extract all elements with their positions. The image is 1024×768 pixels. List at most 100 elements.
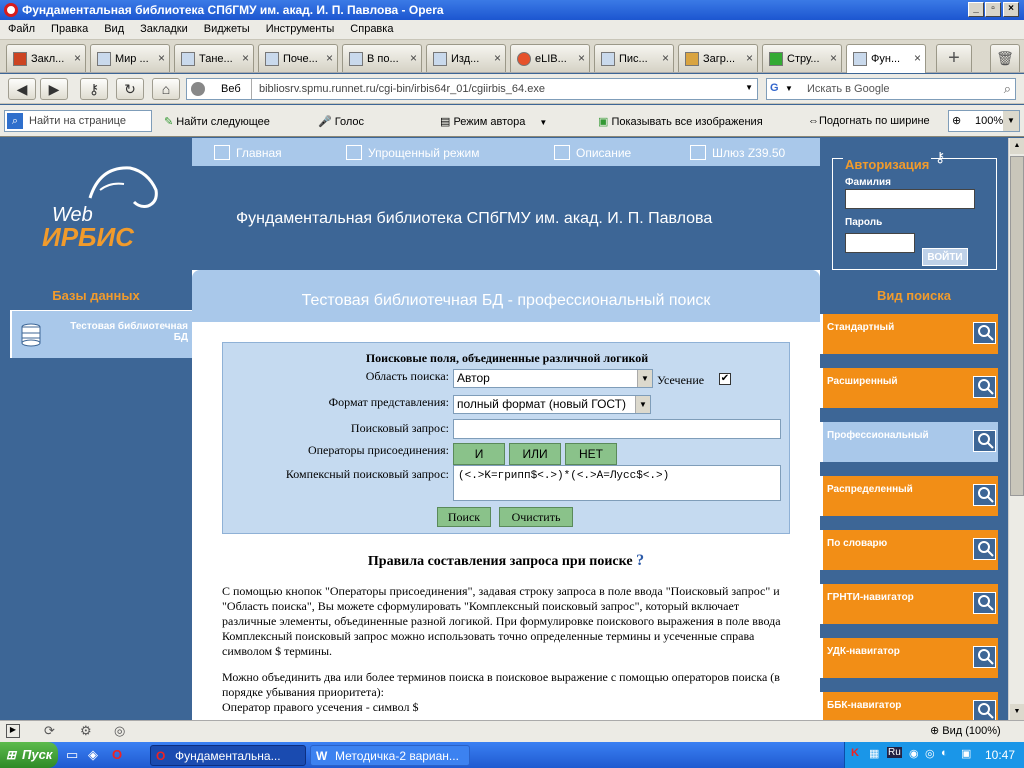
- url-field[interactable]: Веб bibliosrv.spmu.runnet.ru/cgi-bin/irb…: [186, 78, 758, 100]
- menu-help[interactable]: Справка: [342, 20, 401, 35]
- search-button[interactable]: Поиск: [437, 507, 491, 527]
- task-word[interactable]: W Методичка-2 вариан...: [310, 745, 470, 766]
- sync-icon[interactable]: ⟳: [44, 723, 55, 739]
- clear-button[interactable]: Очистить: [499, 507, 573, 527]
- key-icon[interactable]: ⚷: [80, 78, 108, 100]
- format-select[interactable]: полный формат (новый ГОСТ) ▼: [453, 395, 651, 414]
- new-tab-button[interactable]: +: [936, 44, 972, 72]
- search-field[interactable]: G ▼ Искать в Google ⌕: [766, 78, 1016, 100]
- complex-query-textarea[interactable]: (<.>K=грипп$<.>)*(<.>A=Лусс$<.>): [453, 465, 781, 501]
- chevron-down-icon[interactable]: ▼: [745, 83, 753, 92]
- search-type-udk[interactable]: УДК-навигатор: [820, 638, 998, 678]
- operator-not-button[interactable]: НЕТ: [565, 443, 617, 465]
- tab[interactable]: Загр... ×: [678, 44, 758, 72]
- tab[interactable]: Тане... ×: [174, 44, 254, 72]
- kaspersky-icon[interactable]: K: [851, 747, 859, 759]
- menu-widgets[interactable]: Виджеты: [196, 20, 258, 35]
- tab[interactable]: Пис... ×: [594, 44, 674, 72]
- scroll-thumb[interactable]: [1010, 156, 1024, 496]
- tab[interactable]: Стру... ×: [762, 44, 842, 72]
- close-tab-icon[interactable]: ×: [578, 51, 585, 65]
- scroll-up-button[interactable]: ▲: [1010, 138, 1024, 154]
- close-tab-icon[interactable]: ×: [746, 51, 753, 65]
- tab[interactable]: Поче... ×: [258, 44, 338, 72]
- password-field[interactable]: [845, 233, 915, 253]
- tray-icon[interactable]: ◉: [909, 747, 919, 760]
- close-tab-icon[interactable]: ×: [830, 51, 837, 65]
- zoom-select[interactable]: ⊕ 100% ▼: [948, 110, 1020, 132]
- close-window-button[interactable]: ×: [1003, 2, 1019, 17]
- maximize-button[interactable]: ▫: [985, 2, 1001, 17]
- show-images-button[interactable]: ▣ Показывать все изображения: [598, 115, 763, 128]
- close-tab-icon[interactable]: ×: [410, 51, 417, 65]
- database-item[interactable]: Тестовая библиотечная БД: [10, 310, 192, 358]
- zoom-indicator[interactable]: ⊕ Вид (100%): [930, 724, 1001, 737]
- turbo-icon[interactable]: ◎: [114, 723, 125, 739]
- quicklaunch-icon[interactable]: ◈: [88, 747, 98, 763]
- search-type-extended[interactable]: Расширенный: [820, 368, 998, 408]
- start-button[interactable]: ⊞ Пуск: [0, 742, 58, 768]
- webirbis-logo[interactable]: Web ИРБИС: [30, 158, 170, 258]
- close-tab-icon[interactable]: ×: [494, 51, 501, 65]
- search-area-select[interactable]: Автор ▼: [453, 369, 653, 388]
- tab[interactable]: eLIB... ×: [510, 44, 590, 72]
- close-tab-icon[interactable]: ×: [662, 51, 669, 65]
- chevron-down-icon[interactable]: ▼: [785, 84, 793, 93]
- menu-edit[interactable]: Правка: [43, 20, 96, 35]
- operator-or-button[interactable]: ИЛИ: [509, 443, 561, 465]
- close-tab-icon[interactable]: ×: [158, 51, 165, 65]
- trash-icon[interactable]: 🗑: [990, 44, 1020, 72]
- unite-icon[interactable]: ⚙: [80, 723, 92, 739]
- nav-simple-mode[interactable]: Упрощенный режим: [346, 145, 479, 160]
- minimize-button[interactable]: _: [968, 2, 984, 17]
- search-type-standard[interactable]: Стандартный: [820, 314, 998, 354]
- search-type-professional[interactable]: Профессиональный: [820, 422, 998, 462]
- search-icon[interactable]: ⌕: [1004, 81, 1011, 97]
- language-icon[interactable]: Ru: [887, 747, 902, 758]
- home-button[interactable]: ⌂: [152, 78, 180, 100]
- menu-file[interactable]: Файл: [0, 20, 43, 35]
- search-type-grnti[interactable]: ГРНТИ-навигатор: [820, 584, 998, 624]
- menu-view[interactable]: Вид: [96, 20, 132, 35]
- tab-active[interactable]: Фун... ×: [846, 44, 926, 73]
- find-next-button[interactable]: ✎ Найти следующее: [164, 115, 270, 128]
- nav-home[interactable]: Главная: [214, 145, 282, 160]
- scroll-down-button[interactable]: ▼: [1010, 704, 1024, 720]
- back-button[interactable]: ◀: [8, 78, 36, 100]
- find-input[interactable]: ⌕ Найти на странице: [4, 110, 152, 132]
- nav-z3950-gateway[interactable]: Шлюз Z39.50: [690, 145, 785, 160]
- author-mode-button[interactable]: ▤ Режим автора ▼: [440, 115, 547, 128]
- tab[interactable]: Изд... ×: [426, 44, 506, 72]
- search-query-input[interactable]: [453, 419, 781, 439]
- forward-button[interactable]: ▶: [40, 78, 68, 100]
- fit-width-button[interactable]: ⇔Подогнать по ширине: [808, 115, 930, 127]
- tray-icon[interactable]: ▣: [961, 747, 971, 760]
- close-tab-icon[interactable]: ×: [326, 51, 333, 65]
- truncation-checkbox[interactable]: ✔: [719, 373, 731, 385]
- login-button[interactable]: ВОЙТИ: [922, 248, 968, 266]
- search-type-bbk[interactable]: ББК-навигатор: [820, 692, 998, 720]
- surname-field[interactable]: [845, 189, 975, 209]
- help-icon[interactable]: ?: [636, 552, 644, 569]
- tab[interactable]: Мир ... ×: [90, 44, 170, 72]
- network-icon[interactable]: ▦: [869, 747, 879, 760]
- search-type-dictionary[interactable]: По словарю: [820, 530, 998, 570]
- tray-icon[interactable]: ◎: [925, 747, 935, 760]
- tab[interactable]: Закл... ×: [6, 44, 86, 72]
- vertical-scrollbar[interactable]: ▲ ▼: [1008, 138, 1024, 720]
- opera-quicklaunch-icon[interactable]: O: [112, 747, 122, 762]
- search-type-distributed[interactable]: Распределенный: [820, 476, 998, 516]
- menu-tools[interactable]: Инструменты: [258, 20, 343, 35]
- operator-and-button[interactable]: И: [453, 443, 505, 465]
- close-tab-icon[interactable]: ×: [914, 51, 921, 65]
- tray-icon[interactable]: ◐: [941, 747, 948, 759]
- close-tab-icon[interactable]: ×: [242, 51, 249, 65]
- reload-button[interactable]: ↻: [116, 78, 144, 100]
- panel-toggle-icon[interactable]: ▶: [6, 724, 20, 738]
- close-tab-icon[interactable]: ×: [74, 51, 81, 65]
- task-opera[interactable]: O Фундаментальна...: [150, 745, 306, 766]
- menu-bookmarks[interactable]: Закладки: [132, 20, 196, 35]
- tab[interactable]: В по... ×: [342, 44, 422, 72]
- voice-button[interactable]: 🎤 Голос: [318, 115, 364, 128]
- nav-description[interactable]: Описание: [554, 145, 631, 160]
